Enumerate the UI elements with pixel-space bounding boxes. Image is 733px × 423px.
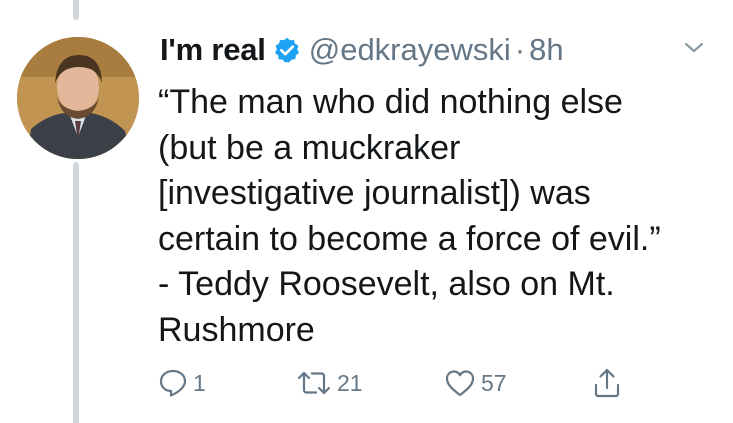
retweet-button[interactable]: 21 [296, 365, 363, 401]
reply-count: 1 [193, 369, 206, 396]
reply-icon [159, 369, 187, 397]
verified-badge-icon [273, 36, 301, 64]
thread-line-top [73, 0, 79, 20]
retweet-icon [297, 371, 331, 395]
heart-icon [445, 370, 475, 397]
share-button[interactable] [592, 365, 622, 401]
like-count: 57 [481, 369, 507, 396]
thread-line-bottom [73, 162, 79, 423]
retweet-count: 21 [337, 369, 363, 396]
avatar[interactable] [17, 37, 139, 159]
separator-dot: · [514, 32, 526, 67]
tweet-text: “The man who did nothing else (but be a … [158, 83, 661, 349]
user-handle[interactable]: @edkrayewski [309, 32, 511, 68]
tweet-header: I'm real @edkrayewski · 8h [160, 28, 564, 72]
chevron-down-icon[interactable] [683, 40, 705, 56]
tweet-actions: 1 21 57 [158, 365, 638, 401]
display-name[interactable]: I'm real [160, 32, 266, 68]
timestamp[interactable]: 8h [529, 32, 563, 68]
like-button[interactable]: 57 [444, 365, 507, 401]
share-icon [594, 368, 620, 398]
reply-button[interactable]: 1 [158, 365, 206, 401]
